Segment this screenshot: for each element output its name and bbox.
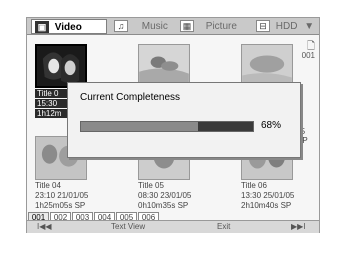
- page-numbers: 001 002 003 004 005 006: [28, 207, 160, 223]
- title-name: Title 04: [35, 181, 61, 190]
- text-view-button[interactable]: Text View: [111, 222, 145, 232]
- progress-bar: [80, 121, 254, 132]
- tab-bar: ▣ Video ♫ Music ▦ Picture ⊟ HDD ▼: [27, 18, 319, 35]
- tab-picture[interactable]: ▦ Picture: [177, 19, 249, 34]
- hdd-icon: ⊟: [256, 20, 270, 32]
- chevron-down-icon[interactable]: ▼: [304, 21, 314, 32]
- title-time: 23:10 21/01/05: [35, 191, 89, 200]
- title-name: Title 06: [241, 181, 267, 190]
- tab-hdd-label: HDD: [275, 21, 298, 32]
- tab-music[interactable]: ♫ Music: [111, 19, 173, 34]
- progress-remaining: [197, 122, 253, 131]
- bottom-bar: I◀◀ Text View Exit ▶▶I: [27, 220, 319, 233]
- landscape-photo: [242, 45, 292, 87]
- tab-video-label: Video: [54, 22, 82, 33]
- music-icon: ♫: [114, 20, 128, 32]
- title-name: Title 05: [138, 181, 164, 190]
- tab-hdd[interactable]: ⊟ HDD ▼: [253, 19, 319, 34]
- title-time: 08:30 23/01/05: [138, 191, 192, 200]
- tab-video[interactable]: ▣ Video: [31, 19, 107, 34]
- dialog-title: Current Completeness: [80, 92, 181, 103]
- next-icon[interactable]: ▶▶I: [291, 222, 306, 232]
- completeness-dialog: Current Completeness 68%: [67, 82, 301, 158]
- progress-percent: 68%: [261, 120, 282, 131]
- title-length: 2h10m40s SP: [241, 201, 292, 210]
- progress-fill: [81, 122, 198, 131]
- exit-button[interactable]: Exit: [217, 222, 230, 232]
- two-women-photo: [37, 46, 85, 86]
- beach-photo: [139, 45, 189, 87]
- screen: ▣ Video ♫ Music ▦ Picture ⊟ HDD ▼ 🗋 001: [26, 17, 320, 233]
- tab-picture-label: Picture: [205, 21, 237, 32]
- previous-icon[interactable]: I◀◀: [37, 222, 52, 232]
- tab-music-label: Music: [141, 21, 168, 32]
- video-icon: ▣: [35, 21, 49, 33]
- title-time: 13:30 25/01/05: [241, 191, 295, 200]
- picture-icon: ▦: [180, 20, 194, 32]
